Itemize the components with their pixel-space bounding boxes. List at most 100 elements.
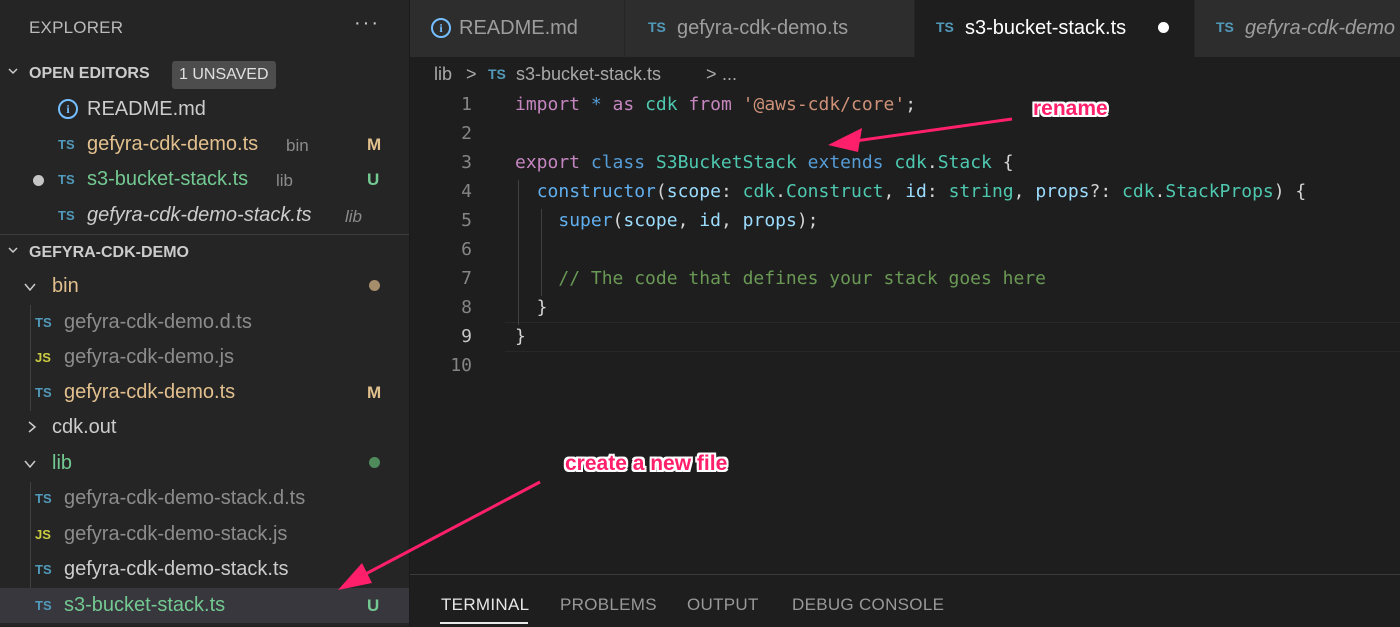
breadcrumb-separator: > [466,64,477,84]
chevron-down-icon [8,247,18,254]
project-label: GEFYRA-CDK-DEMO [29,244,189,261]
editor-tab-bar: i README.md TS gefyra-cdk-demo.ts TS s3-… [410,0,1400,57]
typescript-icon: TS [648,19,666,35]
git-untracked-indicator: U [367,170,380,189]
open-editor-folder: lib [276,171,294,190]
create-file-annotation: create a new file [565,452,728,475]
tab-problems[interactable]: PROBLEMS [560,595,657,615]
git-modified-indicator: M [367,383,382,402]
file-gefyra-cdk-demo-ts[interactable]: TS gefyra-cdk-demo.ts M [0,375,409,410]
open-editor-name: gefyra-cdk-demo-stack.ts [87,204,312,226]
code-line-4: constructor(scope: cdk.Construct, id: st… [536,181,1307,202]
bottom-panel: TERMINAL PROBLEMS OUTPUT DEBUG CONSOLE [410,574,1400,627]
rename-annotation: rename [1033,97,1108,120]
line-number: 7 [461,268,472,289]
tab-terminal[interactable]: TERMINAL [441,595,529,615]
open-editor-readme[interactable]: i README.md [0,92,409,127]
code-line-5: super(scope, id, props); [558,210,819,231]
tab-s3-bucket-stack[interactable]: TS s3-bucket-stack.ts [915,0,1195,57]
line-number: 1 [461,94,472,115]
code-line-9: } [515,326,526,347]
typescript-icon: TS [488,66,506,82]
file-gefyra-cdk-demo-stack-ts[interactable]: TS gefyra-cdk-demo-stack.ts [0,552,409,587]
javascript-icon: JS [35,527,51,542]
line-number: 5 [461,210,472,231]
open-editor-name: s3-bucket-stack.ts [87,168,249,190]
file-name: s3-bucket-stack.ts [64,594,226,616]
breadcrumb-more[interactable]: ... [722,64,737,85]
code-line-8: } [515,297,548,318]
open-editor-s3-bucket-stack[interactable]: TS s3-bucket-stack.ts lib U [0,162,409,197]
info-icon: i [431,18,451,38]
line-number-current: 9 [461,326,472,347]
folder-name: cdk.out [52,416,117,438]
open-editor-name: gefyra-cdk-demo.ts [87,133,259,155]
typescript-icon: TS [35,491,52,506]
file-name: gefyra-cdk-demo-stack.js [64,523,288,545]
open-editor-gefyra-cdk-demo[interactable]: TS gefyra-cdk-demo.ts bin M [0,127,409,162]
breadcrumb-file[interactable]: s3-bucket-stack.ts [516,64,661,85]
typescript-icon: TS [35,315,52,330]
tab-label: gefyra-cdk-demo [1245,17,1396,39]
folder-cdk-out[interactable]: cdk.out [0,410,409,445]
breadcrumb-separator: > [706,64,717,84]
modified-dot-icon [369,280,380,291]
file-name: gefyra-cdk-demo-stack.ts [64,558,289,580]
chevron-down-icon [24,460,36,469]
code-line-1: import * as cdk from '@aws-cdk/core'; [515,94,917,115]
current-line-highlight [505,322,1400,352]
file-name: gefyra-cdk-demo.d.ts [64,311,252,333]
tab-label: gefyra-cdk-demo.ts [677,17,849,39]
typescript-icon: TS [58,208,75,223]
code-line-7: // The code that defines your stack goes… [558,268,1047,289]
typescript-icon: TS [58,137,75,152]
code-line-3: export class S3BucketStack extends cdk.S… [515,152,1014,173]
section-divider [0,234,409,235]
open-editors-label: OPEN EDITORS [29,65,150,82]
explorer-sidebar: EXPLORER ··· OPEN EDITORS 1 UNSAVED i RE… [0,0,409,626]
folder-name: lib [52,452,73,474]
typescript-icon: TS [936,19,954,35]
project-header[interactable]: GEFYRA-CDK-DEMO [0,236,409,270]
tab-output[interactable]: OUTPUT [687,595,759,615]
more-actions-icon[interactable]: ··· [354,12,380,35]
tab-readme[interactable]: i README.md [410,0,625,57]
file-name: gefyra-cdk-demo.ts [64,381,236,403]
line-number: 3 [461,152,472,173]
typescript-icon: TS [1216,19,1234,35]
javascript-icon: JS [35,350,51,365]
line-number: 4 [461,181,472,202]
folder-lib[interactable]: lib [0,446,409,481]
folder-name: bin [52,275,79,297]
open-editor-gefyra-cdk-demo-stack[interactable]: TS gefyra-cdk-demo-stack.ts lib [0,198,409,233]
typescript-icon: TS [35,562,52,577]
file-gefyra-cdk-demo-stack-js[interactable]: JS gefyra-cdk-demo-stack.js [0,517,409,552]
file-gefyra-cdk-demo-stack-d-ts[interactable]: TS gefyra-cdk-demo-stack.d.ts [0,481,409,516]
file-gefyra-cdk-demo-d-ts[interactable]: TS gefyra-cdk-demo.d.ts [0,305,409,340]
rename-arrow [828,117,1013,152]
untracked-dot-icon [369,457,380,468]
line-number: 2 [461,123,472,144]
tab-label: s3-bucket-stack.ts [965,17,1127,39]
folder-bin[interactable]: bin [0,269,409,304]
tab-gefyra-cdk-demo[interactable]: TS gefyra-cdk-demo.ts [625,0,915,57]
git-untracked-indicator: U [367,596,380,615]
unsaved-dot-icon[interactable] [33,175,44,186]
sidebar-border [409,0,410,626]
tab-debug-console[interactable]: DEBUG CONSOLE [792,595,944,615]
active-tab-underline [440,622,528,624]
typescript-icon: TS [35,385,52,400]
unsaved-dot-icon[interactable] [1158,22,1169,33]
file-s3-bucket-stack-ts[interactable]: TS s3-bucket-stack.ts U [0,588,409,623]
info-icon: i [58,99,78,119]
tab-gefyra-cdk-demo-stack[interactable]: TS gefyra-cdk-demo [1195,0,1400,57]
explorer-title: EXPLORER [29,18,124,37]
breadcrumb-folder[interactable]: lib [434,64,452,85]
unsaved-badge: 1 UNSAVED [172,61,276,89]
file-name: gefyra-cdk-demo-stack.d.ts [64,487,306,509]
file-gefyra-cdk-demo-js[interactable]: JS gefyra-cdk-demo.js [0,340,409,375]
open-editor-folder: bin [286,136,309,155]
git-modified-indicator: M [367,135,382,154]
chevron-right-icon [28,421,37,433]
typescript-icon: TS [35,598,52,613]
